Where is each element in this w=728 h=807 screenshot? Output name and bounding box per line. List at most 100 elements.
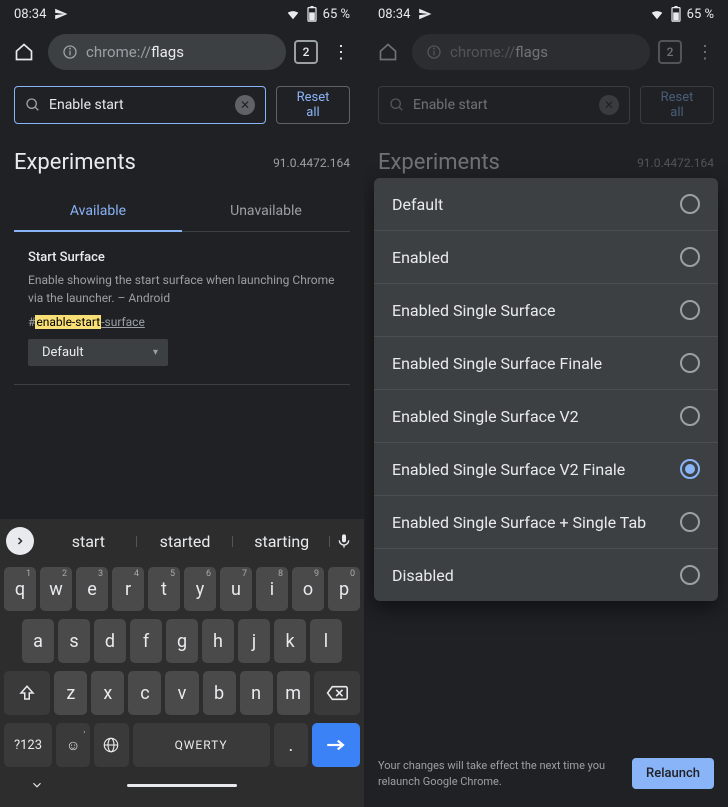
keyboard-row-3: zxcvbnm: [0, 667, 364, 719]
key-x[interactable]: x: [91, 671, 124, 715]
key-b[interactable]: b: [203, 671, 236, 715]
battery-percent: 65 %: [687, 7, 714, 22]
radio-icon: [680, 512, 700, 532]
clear-button[interactable]: ✕: [235, 95, 255, 115]
option-item[interactable]: Enabled Single Surface Finale: [374, 337, 718, 390]
home-button[interactable]: [372, 36, 404, 68]
option-item[interactable]: Enabled Single Surface + Single Tab: [374, 496, 718, 549]
keyboard-row-4: ?123 ☺, QWERTY .: [0, 719, 364, 771]
key-e[interactable]: e3: [76, 567, 108, 611]
option-item[interactable]: Default: [374, 178, 718, 231]
tab-available[interactable]: Available: [14, 191, 182, 231]
period-key[interactable]: .: [274, 723, 308, 767]
page-title: Experiments: [14, 150, 136, 175]
radio-icon: [680, 565, 700, 585]
url-bar[interactable]: chrome://flags: [412, 34, 650, 70]
search-row: ✕ Reset all: [0, 76, 364, 134]
suggestion-2[interactable]: started: [137, 532, 234, 551]
menu-button[interactable]: ⋮: [690, 42, 720, 63]
key-k[interactable]: k: [274, 619, 306, 663]
nav-handle[interactable]: [127, 784, 237, 787]
key-p[interactable]: p0: [328, 567, 360, 611]
key-g[interactable]: g: [166, 619, 198, 663]
option-item[interactable]: Enabled: [374, 231, 718, 284]
option-label: Enabled: [392, 248, 449, 267]
key-d[interactable]: d: [94, 619, 126, 663]
reset-all-button[interactable]: Reset all: [276, 86, 350, 124]
search-input[interactable]: [49, 97, 227, 113]
key-f[interactable]: f: [130, 619, 162, 663]
chrome-version: 91.0.4472.164: [637, 156, 714, 170]
flag-anchor[interactable]: #enable-start-surface: [28, 315, 336, 329]
radio-icon: [680, 247, 700, 267]
key-t[interactable]: t5: [148, 567, 180, 611]
search-box[interactable]: ✕: [14, 86, 266, 124]
radio-icon: [680, 194, 700, 214]
shift-key[interactable]: [4, 671, 50, 715]
option-item[interactable]: Enabled Single Surface: [374, 284, 718, 337]
option-label: Enabled Single Surface: [392, 301, 556, 320]
flag-dropdown[interactable]: Default: [28, 339, 168, 366]
symbols-key[interactable]: ?123: [4, 723, 52, 767]
option-label: Enabled Single Surface Finale: [392, 354, 602, 373]
chrome-version: 91.0.4472.164: [273, 156, 350, 170]
key-n[interactable]: n: [240, 671, 273, 715]
key-i[interactable]: i8: [256, 567, 288, 611]
mic-icon[interactable]: [330, 531, 358, 551]
suggestion-3[interactable]: starting: [233, 532, 330, 551]
key-a[interactable]: a: [22, 619, 54, 663]
key-u[interactable]: u7: [220, 567, 252, 611]
battery-icon: [671, 6, 681, 22]
enter-key[interactable]: [312, 723, 360, 767]
wifi-icon: [285, 7, 301, 21]
option-item[interactable]: Enabled Single Surface V2: [374, 390, 718, 443]
url-proto: chrome://: [86, 43, 151, 61]
key-m[interactable]: m: [277, 671, 310, 715]
option-label: Default: [392, 195, 443, 214]
option-item[interactable]: Enabled Single Surface V2 Finale: [374, 443, 718, 496]
status-time: 08:34: [378, 7, 410, 22]
space-key[interactable]: QWERTY: [133, 723, 270, 767]
key-s[interactable]: s: [58, 619, 90, 663]
key-w[interactable]: w2: [40, 567, 72, 611]
gesture-nav: [0, 771, 364, 799]
suggestion-back-icon[interactable]: [6, 527, 34, 555]
search-input[interactable]: [413, 97, 591, 113]
tab-unavailable[interactable]: Unavailable: [182, 191, 350, 231]
tab-switcher[interactable]: 2: [294, 40, 318, 64]
key-l[interactable]: l: [310, 619, 342, 663]
status-bar: 08:34 65 %: [0, 0, 364, 28]
backspace-key[interactable]: [314, 671, 360, 715]
suggestion-1[interactable]: start: [40, 532, 137, 551]
key-q[interactable]: q1: [4, 567, 36, 611]
menu-button[interactable]: ⋮: [326, 42, 356, 63]
keyboard: start started starting q1w2e3r4t5y6u7i8o…: [0, 519, 364, 807]
globe-key[interactable]: [94, 723, 128, 767]
flag-description: Enable showing the start surface when la…: [28, 271, 336, 307]
telegram-icon: [54, 7, 68, 21]
key-z[interactable]: z: [54, 671, 87, 715]
key-j[interactable]: j: [238, 619, 270, 663]
url-bar[interactable]: chrome://flags: [48, 34, 286, 70]
experiments-header: Experiments 91.0.4472.164: [364, 134, 728, 183]
search-box[interactable]: ✕: [378, 86, 630, 124]
key-o[interactable]: o9: [292, 567, 324, 611]
relaunch-button[interactable]: Relaunch: [632, 758, 714, 789]
clear-button[interactable]: ✕: [599, 95, 619, 115]
key-v[interactable]: v: [165, 671, 198, 715]
tab-switcher[interactable]: 2: [658, 40, 682, 64]
option-label: Enabled Single Surface V2: [392, 407, 579, 426]
emoji-key[interactable]: ☺,: [56, 723, 90, 767]
key-r[interactable]: r4: [112, 567, 144, 611]
key-h[interactable]: h: [202, 619, 234, 663]
key-c[interactable]: c: [128, 671, 161, 715]
nav-chevron-icon[interactable]: [30, 778, 44, 792]
flag-card: Start Surface Enable showing the start s…: [14, 232, 350, 385]
screen-left: 08:34 65 % chrome://flags 2 ⋮: [0, 0, 364, 807]
key-y[interactable]: y6: [184, 567, 216, 611]
keyboard-row-2: asdfghjkl: [0, 615, 364, 667]
reset-all-button[interactable]: Reset all: [640, 86, 714, 124]
option-item[interactable]: Disabled: [374, 549, 718, 601]
suggestion-row: start started starting: [0, 519, 364, 563]
home-button[interactable]: [8, 36, 40, 68]
